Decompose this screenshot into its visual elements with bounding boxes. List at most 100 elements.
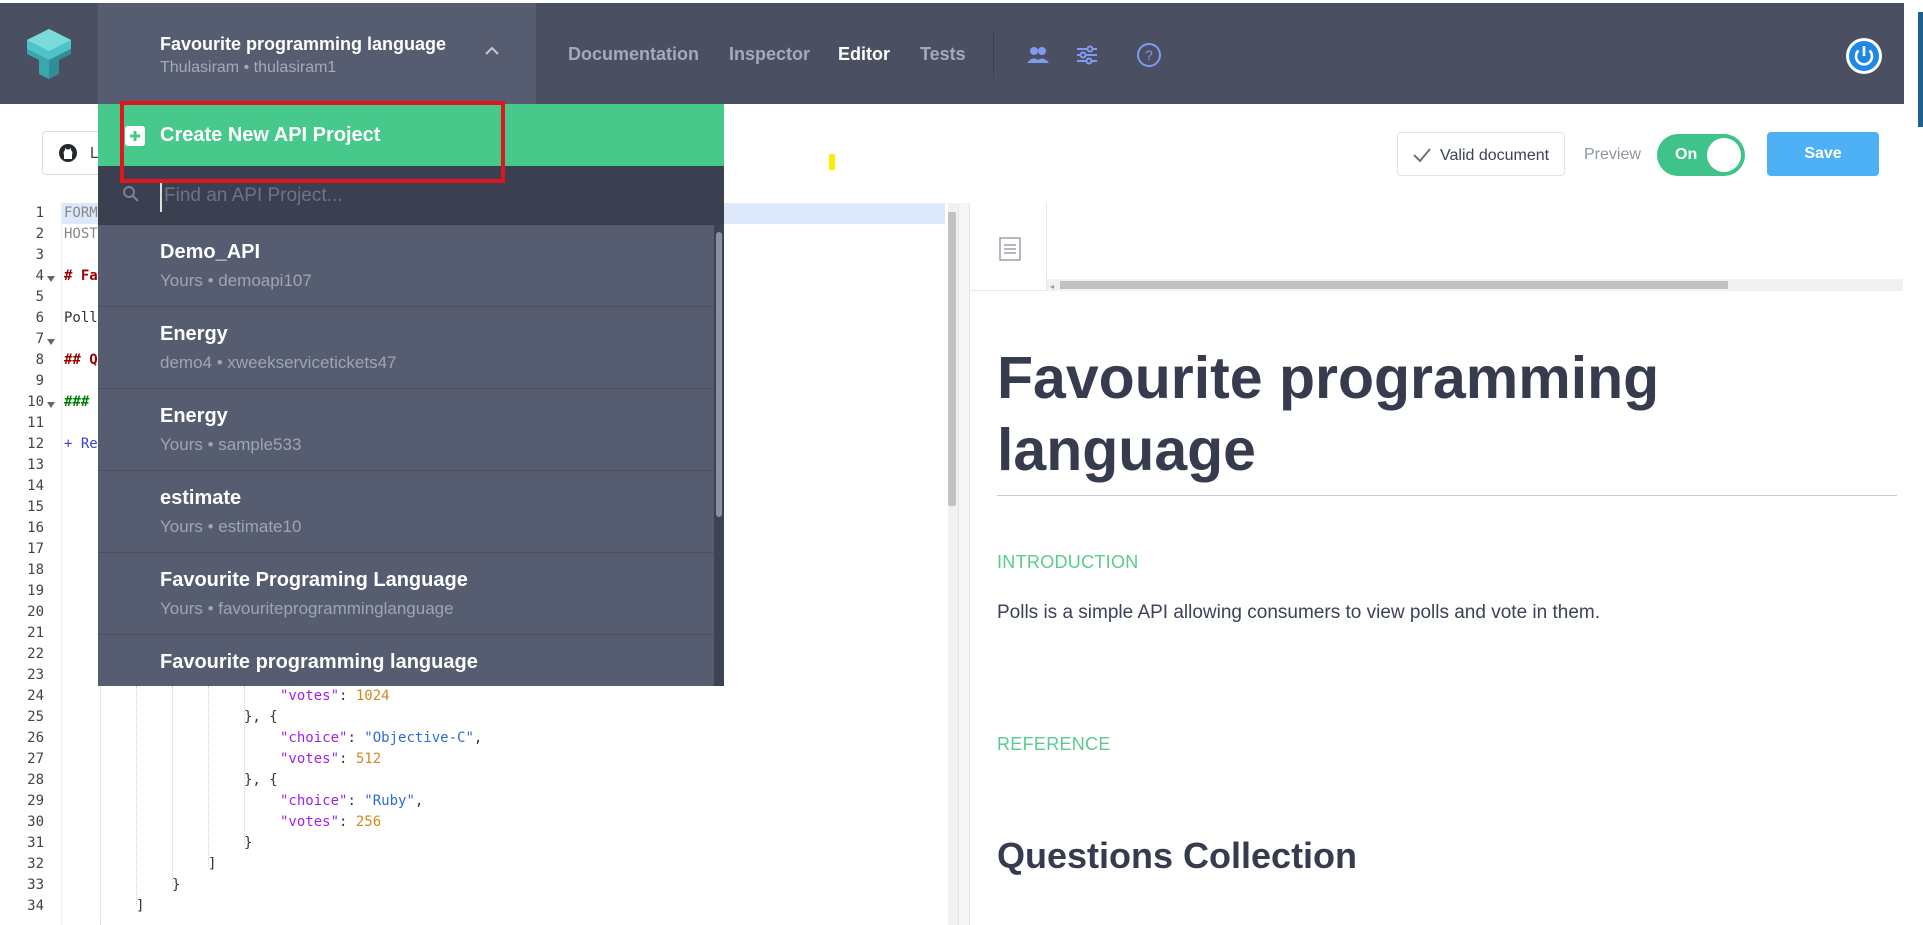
nav-documentation[interactable]: Documentation <box>568 44 699 65</box>
code-line-29: "choice": "Ruby", <box>280 793 424 809</box>
line-number: 28 <box>27 772 44 788</box>
dropdown-scroll-thumb[interactable] <box>716 232 722 517</box>
line-number: 33 <box>27 877 44 893</box>
editor-scroll-thumb[interactable] <box>948 212 956 506</box>
line-number: 21 <box>27 625 44 641</box>
code-line-6: Poll <box>64 310 98 326</box>
nav-editor[interactable]: Editor <box>838 44 890 65</box>
fold-icon[interactable] <box>47 402 55 408</box>
line-number: 15 <box>27 499 44 515</box>
line-number: 29 <box>27 793 44 809</box>
nav-divider <box>993 31 994 79</box>
line-number: 10 <box>27 394 44 410</box>
window-edge <box>1918 12 1923 127</box>
project-item-estimate[interactable]: estimate Yours • estimate10 <box>98 471 718 553</box>
project-selector[interactable]: Favourite programming language Thulasira… <box>98 3 536 104</box>
line-number: 16 <box>27 520 44 536</box>
line-number: 27 <box>27 751 44 767</box>
project-item-energy-1[interactable]: Energy demo4 • xweekservicetickets47 <box>98 307 718 389</box>
line-number: 7 <box>35 331 44 347</box>
line-number: 17 <box>27 541 44 557</box>
svg-text:?: ? <box>1145 47 1153 63</box>
pane-divider[interactable] <box>958 203 970 925</box>
line-number: 11 <box>27 415 44 431</box>
project-item-demo-api[interactable]: Demo_API Yours • demoapi107 <box>98 225 718 307</box>
valid-document-badge[interactable]: Valid document <box>1397 132 1565 176</box>
preview-h-scroll-thumb[interactable] <box>1060 281 1728 289</box>
code-line-4: # Fa <box>64 268 98 284</box>
valid-document-label: Valid document <box>1440 147 1550 164</box>
help-icon[interactable]: ? <box>1136 42 1162 68</box>
project-dropdown: Create New API Project Demo_API Yours • … <box>98 104 724 686</box>
toggle-knob <box>1707 138 1741 172</box>
code-line-10: ### <box>64 394 90 410</box>
project-search-input[interactable] <box>160 180 680 212</box>
preview-toggle-label: On <box>1675 146 1698 163</box>
project-item-subtitle: demo4 • xweekservicetickets47 <box>160 353 397 372</box>
line-number: 23 <box>27 667 44 683</box>
nav-tests[interactable]: Tests <box>920 44 966 65</box>
line-number: 25 <box>27 709 44 725</box>
nav-inspector[interactable]: Inspector <box>729 44 810 65</box>
line-number: 9 <box>35 373 44 389</box>
line-number: 18 <box>27 562 44 578</box>
project-item-subtitle: Yours • favouriteprogramminglanguage <box>160 599 454 618</box>
indent-guide <box>208 686 209 866</box>
line-number: 26 <box>27 730 44 746</box>
scroll-left-icon[interactable]: ◂ <box>1050 282 1054 291</box>
line-number: 6 <box>35 310 44 326</box>
search-icon <box>123 186 139 202</box>
toc-toggle[interactable] <box>971 203 1047 291</box>
preview-title: Favourite programming language <box>997 345 1660 483</box>
code-line-34: ] <box>136 898 145 914</box>
settings-sliders-icon[interactable] <box>1074 42 1100 68</box>
title-rule <box>997 495 1897 496</box>
indent-guide <box>136 686 137 906</box>
project-item-subtitle: Yours • sample533 <box>160 435 302 454</box>
team-icon[interactable] <box>1025 42 1051 68</box>
line-number: 2 <box>35 226 44 242</box>
project-item-title: Energy <box>160 323 228 345</box>
fold-icon[interactable] <box>47 339 55 345</box>
line-number: 19 <box>27 583 44 599</box>
chevron-up-icon[interactable] <box>483 43 501 57</box>
line-number: 34 <box>27 898 44 914</box>
code-line-25: }, { <box>244 709 278 725</box>
code-line-24: "votes": 1024 <box>280 688 390 704</box>
document-icon <box>999 237 1021 261</box>
project-item-favourite-programming[interactable]: Favourite programming language <box>98 635 718 686</box>
project-owner: Thulasiram • thulasiram1 <box>160 59 337 76</box>
preview-label: Preview <box>1584 146 1641 163</box>
project-item-favourite-programing[interactable]: Favourite Programing Language Yours • fa… <box>98 553 718 635</box>
preview-toggle[interactable]: On <box>1657 134 1745 176</box>
intro-section-label: INTRODUCTION <box>997 552 1139 572</box>
line-number: 4 <box>35 268 44 284</box>
line-number: 20 <box>27 604 44 620</box>
project-item-subtitle: Yours • estimate10 <box>160 517 302 536</box>
line-number: 22 <box>27 646 44 662</box>
line-number: 12 <box>27 436 44 452</box>
intro-text: Polls is a simple API allowing consumers… <box>997 602 1600 623</box>
project-item-title: Demo_API <box>160 241 261 263</box>
code-line-26: "choice": "Objective-C", <box>280 730 483 746</box>
fold-icon[interactable] <box>47 276 55 282</box>
code-line-30: "votes": 256 <box>280 814 382 830</box>
project-item-energy-2[interactable]: Energy Yours • sample533 <box>98 389 718 471</box>
code-line-8: ## Q <box>64 352 98 368</box>
save-button[interactable]: Save <box>1767 132 1879 176</box>
line-number: 14 <box>27 478 44 494</box>
project-item-title: estimate <box>160 487 242 509</box>
indent-guide <box>172 686 173 886</box>
apiary-logo-icon[interactable] <box>24 27 74 81</box>
power-icon[interactable] <box>1845 37 1883 75</box>
github-icon <box>59 144 77 162</box>
line-number: 24 <box>27 688 44 704</box>
code-line-1: FORM <box>64 205 98 221</box>
code-line-32: ] <box>208 856 217 872</box>
code-line-28: }, { <box>244 772 278 788</box>
app-root: Favourite programming language Thulasira… <box>0 0 1923 925</box>
code-line-33: } <box>172 877 181 893</box>
project-item-title: Favourite programming language <box>160 651 478 673</box>
code-line-31: } <box>244 835 253 851</box>
line-number: 30 <box>27 814 44 830</box>
